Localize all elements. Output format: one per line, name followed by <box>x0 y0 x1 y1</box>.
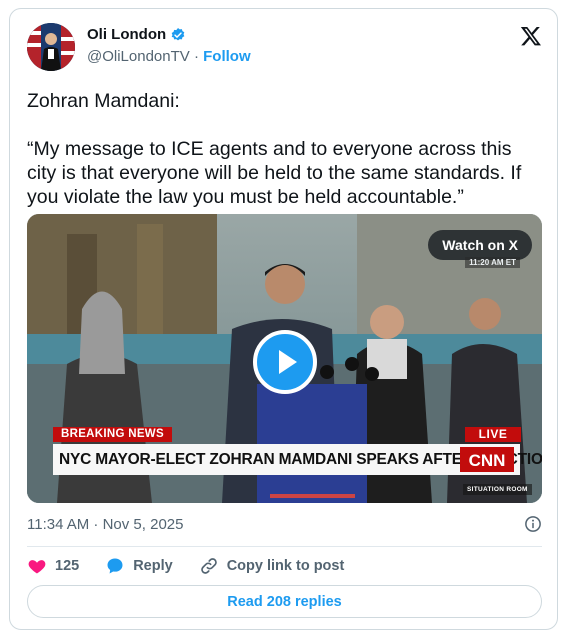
tweet-line-1: Zohran Mamdani: <box>27 90 180 112</box>
cnn-logo-icon: CNN <box>460 447 514 472</box>
follow-button[interactable]: Follow <box>203 48 251 65</box>
like-count: 125 <box>55 558 80 574</box>
play-icon[interactable] <box>253 330 317 394</box>
tweet-card: Oli London @OliLondonTV · Follow Zohran … <box>9 8 558 630</box>
watch-on-x-button[interactable]: Watch on X <box>428 230 532 260</box>
tweet-text: Zohran Mamdani: “My message to ICE agent… <box>27 89 542 209</box>
show-name: SITUATION ROOM <box>463 484 532 495</box>
reply-button[interactable]: Reply <box>105 556 173 576</box>
breaking-news-label: BREAKING NEWS <box>53 427 172 442</box>
video-player[interactable]: Watch on X 11:20 AM ET BREAKING NEWS LIV… <box>27 214 542 503</box>
action-bar: 125 Reply Copy link to post <box>27 556 370 576</box>
author-handle[interactable]: @OliLondonTV <box>87 48 190 65</box>
x-logo-icon[interactable] <box>520 25 542 47</box>
reply-label: Reply <box>133 558 173 574</box>
handle-separator: · <box>193 48 199 65</box>
chyron: NYC MAYOR-ELECT ZOHRAN MAMDANI SPEAKS AF… <box>53 444 542 475</box>
author-handle-row: @OliLondonTV · Follow <box>87 48 251 65</box>
read-replies-button[interactable]: Read 208 replies <box>27 585 542 618</box>
cnn-logo-text: CNN <box>469 451 506 470</box>
verified-badge-icon <box>170 27 186 43</box>
info-icon[interactable] <box>524 515 542 533</box>
video-time: 11:20 AM ET <box>465 257 520 268</box>
avatar[interactable] <box>27 23 75 71</box>
author-name[interactable]: Oli London <box>87 26 166 43</box>
heart-icon <box>28 560 46 574</box>
like-button[interactable]: 125 <box>27 556 79 576</box>
copy-link-button[interactable]: Copy link to post <box>199 556 345 576</box>
tweet-timestamp[interactable]: 11:34 AM · Nov 5, 2025 <box>27 516 183 533</box>
live-label: LIVE <box>465 427 521 442</box>
copy-link-label: Copy link to post <box>226 558 345 574</box>
author-name-row: Oli London <box>87 26 186 43</box>
tweet-line-2: “My message to ICE agents and to everyon… <box>27 138 522 208</box>
speech-bubble-icon <box>107 558 123 574</box>
divider <box>27 546 542 547</box>
link-icon <box>200 558 217 574</box>
